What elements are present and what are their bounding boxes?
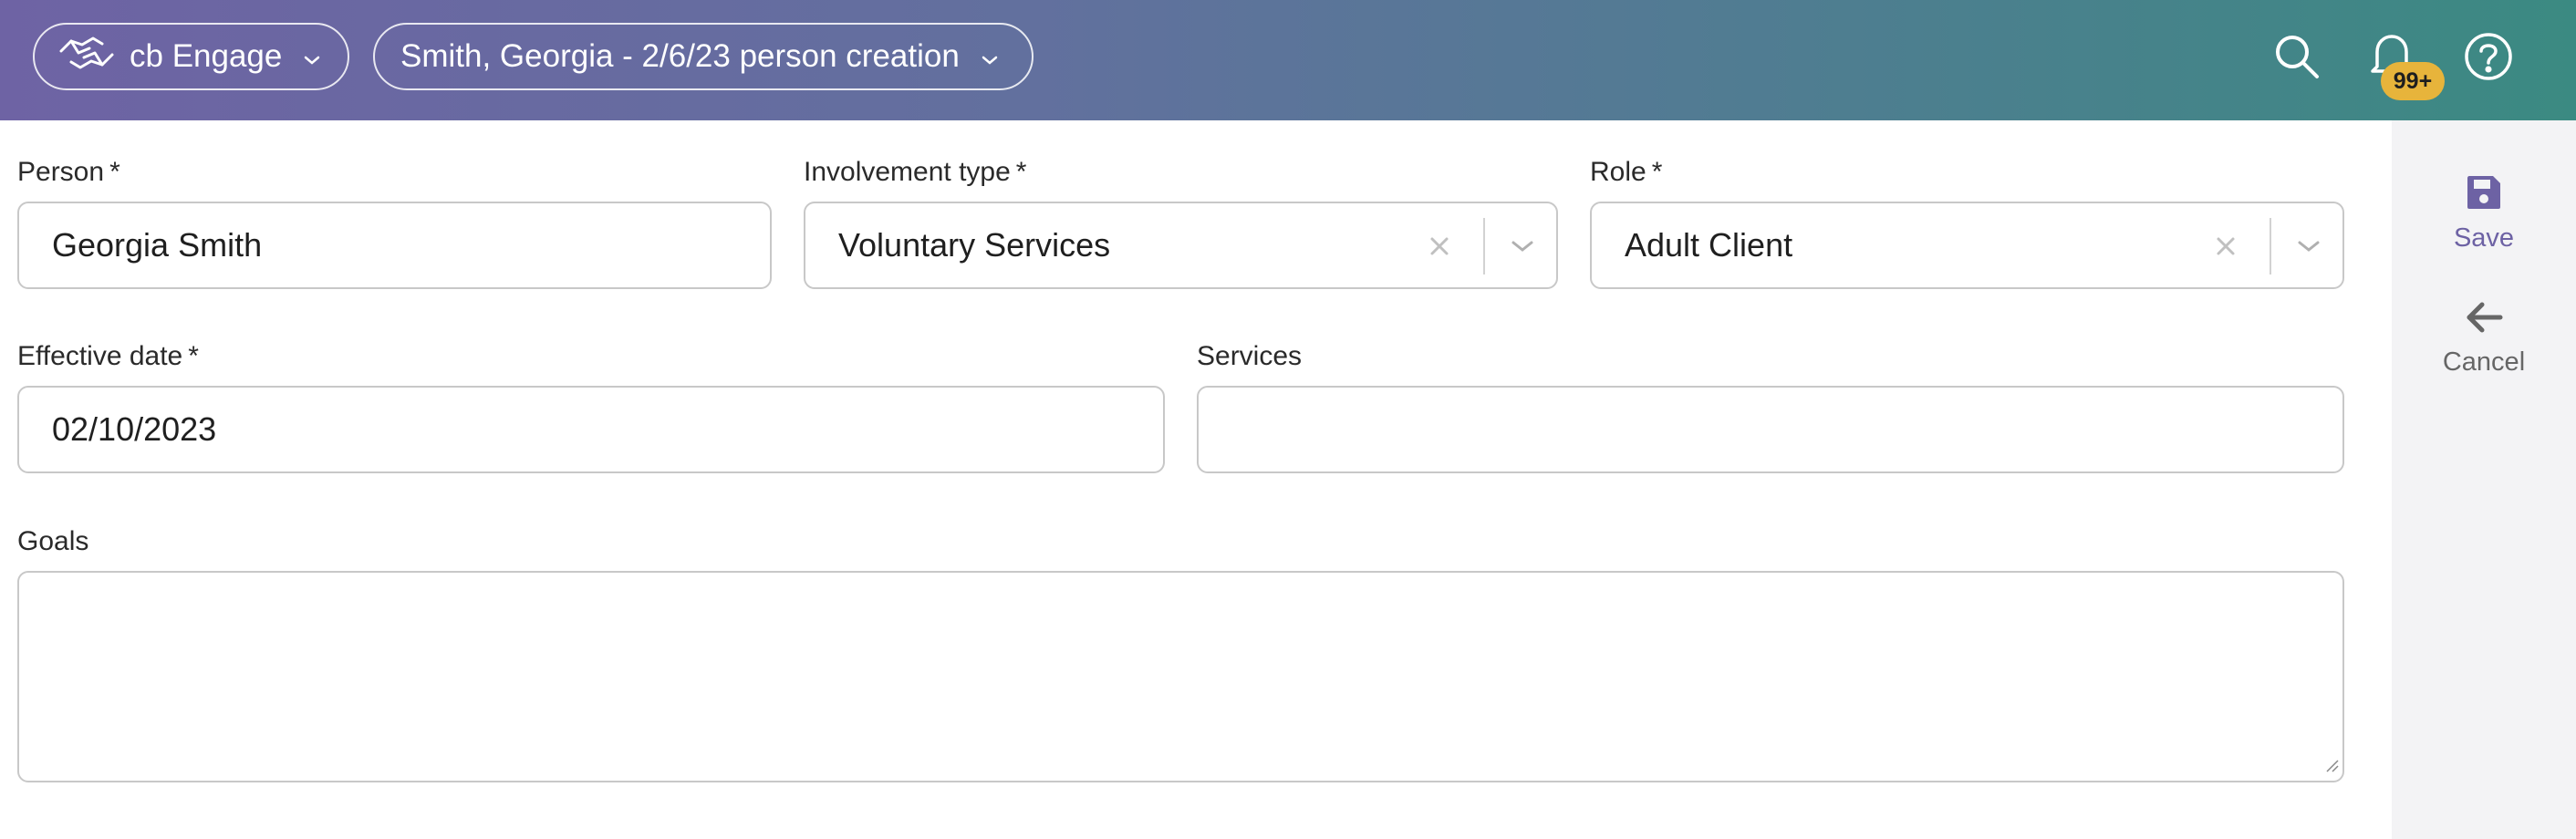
context-switcher[interactable]: Smith, Georgia - 2/6/23 person creation — [373, 23, 1034, 90]
handshake-icon — [58, 33, 115, 81]
select-divider — [2270, 218, 2271, 274]
services-label: Services — [1197, 341, 1303, 371]
effective-date-value: 02/10/2023 — [52, 410, 217, 448]
effective-date-label: Effective date * — [17, 341, 199, 371]
role-select[interactable]: Adult Client — [1590, 202, 2344, 289]
involvement-type-select[interactable]: Voluntary Services — [804, 202, 1558, 289]
person-field[interactable]: Georgia Smith — [17, 202, 772, 289]
save-button[interactable]: Save — [2392, 173, 2576, 254]
app-name: cb Engage — [130, 38, 283, 74]
clear-icon[interactable] — [2205, 225, 2247, 267]
goals-textarea[interactable] — [17, 571, 2344, 782]
effective-date-field[interactable]: 02/10/2023 — [17, 386, 1165, 473]
notification-badge: 99+ — [2381, 62, 2445, 100]
action-panel: Save Cancel — [2392, 120, 2576, 839]
person-label: Person * — [17, 157, 120, 187]
help-icon[interactable] — [2459, 27, 2518, 86]
cancel-label: Cancel — [2442, 347, 2526, 377]
chevron-down-icon[interactable] — [2288, 225, 2330, 267]
person-value: Georgia Smith — [52, 226, 263, 264]
save-icon — [2465, 173, 2503, 216]
chevron-down-icon — [980, 38, 1000, 75]
involvement-type-label: Involvement type * — [804, 157, 1027, 187]
chevron-down-icon[interactable] — [1501, 225, 1543, 267]
context-label: Smith, Georgia - 2/6/23 person creation — [400, 38, 960, 74]
app-switcher[interactable]: cb Engage — [33, 23, 349, 90]
cancel-button[interactable]: Cancel — [2392, 299, 2576, 378]
save-label: Save — [2453, 223, 2515, 253]
arrow-left-icon — [2464, 299, 2504, 340]
select-divider — [1483, 218, 1485, 274]
chevron-down-icon — [302, 38, 322, 75]
search-icon[interactable] — [2268, 27, 2326, 86]
top-bar: cb Engage Smith, Georgia - 2/6/23 person… — [0, 0, 2576, 120]
services-field[interactable] — [1197, 386, 2344, 473]
goals-label: Goals — [17, 526, 89, 556]
role-label: Role * — [1590, 157, 1663, 187]
clear-icon[interactable] — [1418, 225, 1460, 267]
resize-handle-icon[interactable] — [2324, 758, 2339, 777]
